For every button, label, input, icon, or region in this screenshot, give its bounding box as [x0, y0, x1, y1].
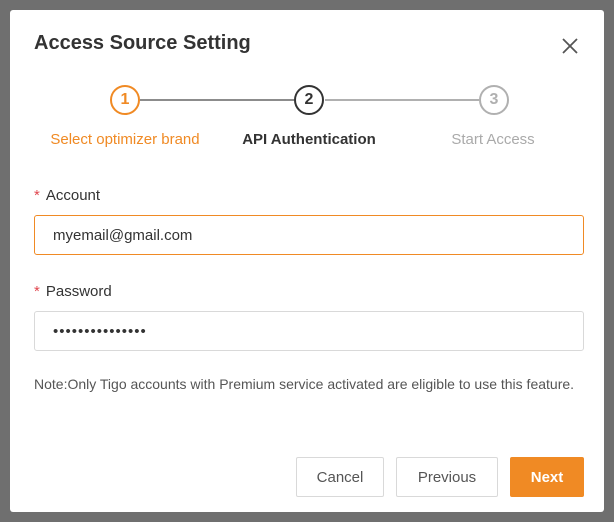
step-2-indicator: 2 — [294, 85, 324, 115]
close-icon — [562, 38, 578, 54]
eligibility-note: Note:Only Tigo accounts with Premium ser… — [34, 376, 575, 392]
step-3-label: Start Access — [451, 131, 535, 148]
required-mark: * — [34, 283, 40, 300]
stepper-connector-1 — [140, 99, 294, 101]
access-source-dialog: Access Source Setting 1 2 3 Select optim… — [10, 10, 604, 512]
account-label-text: Account — [45, 187, 101, 204]
required-mark: * — [34, 187, 40, 204]
next-button[interactable]: Next — [510, 457, 584, 497]
step-1-indicator: 1 — [110, 85, 140, 115]
dialog-title: Access Source Setting — [34, 32, 251, 54]
account-label: * Account — [34, 187, 100, 204]
password-input[interactable] — [34, 311, 584, 351]
previous-button[interactable]: Previous — [396, 457, 498, 497]
stepper-connector-2 — [325, 99, 479, 101]
step-2-label: API Authentication — [242, 131, 376, 148]
step-3-indicator: 3 — [479, 85, 509, 115]
close-button[interactable] — [556, 32, 584, 60]
password-label-text: Password — [45, 283, 112, 300]
cancel-button[interactable]: Cancel — [296, 457, 384, 497]
account-input[interactable] — [34, 215, 584, 255]
step-1-label: Select optimizer brand — [50, 131, 200, 148]
password-label: * Password — [34, 283, 112, 300]
